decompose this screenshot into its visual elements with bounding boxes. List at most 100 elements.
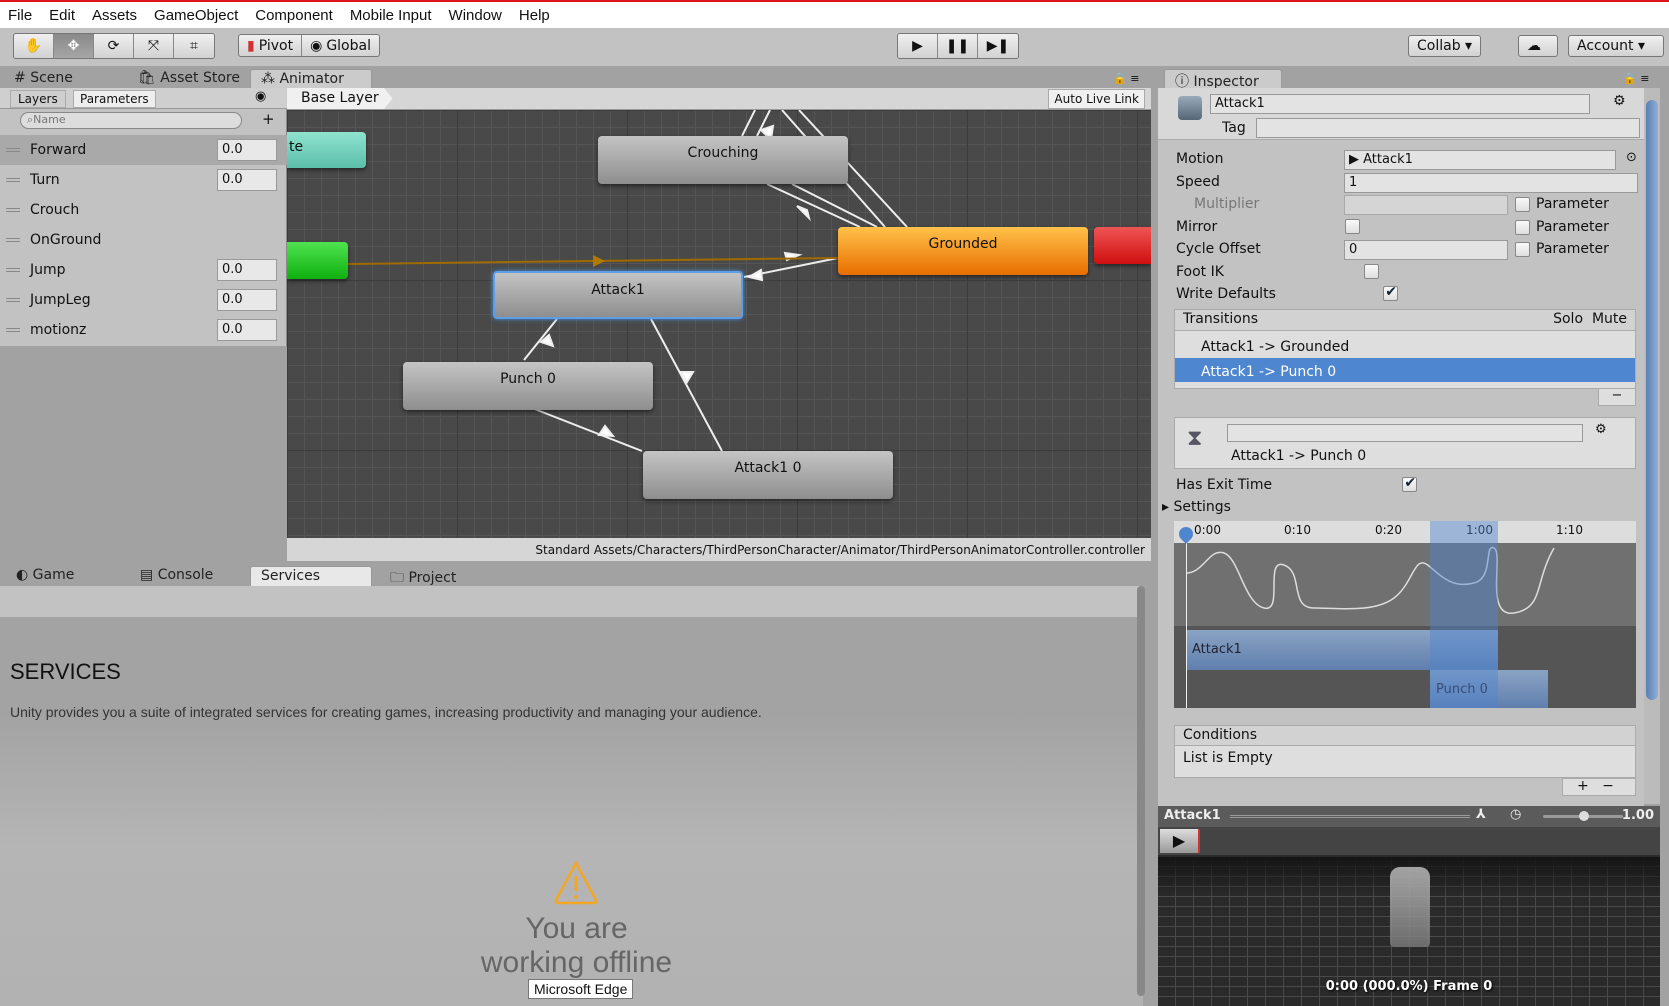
parameter-row[interactable]: Forward 0.0 (0, 135, 287, 165)
step-button[interactable]: ▶❚ (978, 34, 1018, 58)
menu-help[interactable]: Help (519, 7, 550, 24)
tab-services[interactable]: Services (250, 566, 372, 586)
parameter-row[interactable]: Crouch (0, 195, 313, 225)
cycle-offset-parameter[interactable]: Parameter (1515, 241, 1609, 257)
remove-condition-button[interactable]: − (1602, 778, 1614, 794)
eye-icon[interactable]: ◉ (255, 89, 266, 104)
parameter-value[interactable]: 0.0 (217, 289, 277, 311)
entry-node[interactable] (287, 242, 348, 279)
transition-row[interactable]: Attack1 -> Grounded (1175, 332, 1635, 358)
tab-project[interactable]: 🗀 Project (380, 566, 466, 586)
scrollbar[interactable] (1137, 586, 1145, 996)
tab-console[interactable]: ▤ Console (130, 566, 223, 586)
menu-mobile-input[interactable]: Mobile Input (350, 7, 432, 24)
tab-game[interactable]: ◐ Game (6, 566, 84, 586)
rect-icon[interactable]: ⌗ (174, 34, 214, 58)
tab-scene[interactable]: # Scene (4, 69, 83, 89)
tab-layers[interactable]: Layers (10, 90, 66, 108)
name-field[interactable]: Attack1 (1210, 94, 1590, 114)
play-button[interactable]: ▶ (898, 34, 938, 58)
preview-timebar[interactable]: ▶ (1158, 827, 1660, 855)
drag-handle-icon[interactable] (6, 238, 20, 242)
auto-live-link-button[interactable]: Auto Live Link (1048, 89, 1145, 109)
tab-animator[interactable]: ⁂ Animator (250, 69, 372, 89)
state-grounded[interactable]: Grounded (838, 227, 1088, 275)
foot-ik-checkbox[interactable] (1364, 264, 1380, 279)
scale-icon[interactable]: ⤧ (134, 34, 174, 58)
lock-icon[interactable]: 🔒 ≡ (1113, 72, 1139, 85)
breadcrumb[interactable]: Base Layer (287, 88, 393, 109)
exit-node[interactable] (1094, 227, 1151, 264)
any-state-node[interactable]: te (287, 132, 366, 168)
state-machine-graph[interactable]: te Crouching Grounded Attack1 Punch 0 At… (287, 110, 1151, 538)
pivot-icon[interactable]: ⅄ (1476, 807, 1486, 822)
inspector-scrollbar[interactable] (1644, 88, 1660, 804)
playhead[interactable] (1186, 529, 1187, 708)
transition-blend-region[interactable] (1430, 521, 1498, 708)
object-picker-icon[interactable]: ⊙ (1626, 150, 1637, 165)
menu-assets[interactable]: Assets (92, 7, 137, 24)
parameter-value[interactable]: 0.0 (217, 139, 277, 161)
parameter-row[interactable]: JumpLeg 0.0 (0, 285, 287, 315)
state-attack1-0[interactable]: Attack1 0 (643, 451, 893, 499)
menu-component[interactable]: Component (255, 7, 333, 24)
parameter-value[interactable]: 0.0 (217, 259, 277, 281)
pause-button[interactable]: ❚❚ (938, 34, 978, 58)
multiplier-parameter[interactable]: Parameter (1515, 196, 1609, 212)
add-parameter-button[interactable]: + (262, 110, 275, 128)
tag-field[interactable] (1256, 118, 1640, 138)
drag-handle-icon[interactable] (6, 148, 20, 152)
preview-viewport[interactable]: ▶ 0:00 (000.0%) Frame 0 (1158, 827, 1660, 1006)
speed-slider[interactable] (1543, 811, 1623, 821)
state-crouching[interactable]: Crouching (598, 136, 848, 184)
transition-row-selected[interactable]: Attack1 -> Punch 0 (1175, 358, 1635, 382)
drag-handle-icon[interactable] (6, 268, 20, 272)
mirror-parameter[interactable]: Parameter (1515, 219, 1609, 235)
global-button[interactable]: ◉ Global (302, 35, 379, 56)
gear-icon[interactable]: ⚙ (1613, 93, 1626, 109)
parameter-row[interactable]: Turn 0.0 (0, 165, 287, 195)
cloud-button[interactable]: ☁ (1518, 35, 1558, 57)
drag-handle-icon[interactable] (6, 328, 20, 332)
multiplier-dropdown[interactable] (1344, 195, 1508, 215)
move-icon[interactable]: ✥ (54, 34, 94, 58)
has-exit-time-checkbox[interactable] (1402, 475, 1418, 492)
state-punch-0[interactable]: Punch 0 (403, 362, 653, 410)
remove-transition-button[interactable]: − (1598, 388, 1636, 406)
search-input[interactable]: ⌕Name (20, 112, 242, 129)
preview-play-button[interactable]: ▶ (1160, 829, 1200, 853)
parameter-row[interactable]: OnGround (0, 225, 335, 255)
pivot-button[interactable]: ▮ Pivot (239, 35, 303, 56)
cycle-offset-field[interactable]: 0 (1344, 240, 1508, 260)
settings-foldout[interactable]: ▸ Settings (1162, 499, 1231, 515)
hand-icon[interactable]: ✋ (14, 34, 54, 58)
menu-edit[interactable]: Edit (49, 7, 75, 24)
speed-field[interactable]: 1 (1344, 173, 1638, 193)
write-defaults-checkbox[interactable] (1383, 284, 1399, 301)
add-condition-button[interactable]: + (1577, 778, 1589, 794)
tab-parameters[interactable]: Parameters (73, 90, 156, 108)
account-button[interactable]: Account ▾ (1568, 35, 1664, 57)
state-attack1[interactable]: Attack1 (493, 271, 743, 319)
rotate-icon[interactable]: ⟳ (94, 34, 134, 58)
transition-name-field[interactable] (1227, 424, 1583, 442)
lock-icon[interactable]: 🔒 ≡ (1623, 72, 1649, 85)
parameter-row[interactable]: motionz 0.0 (0, 315, 287, 345)
menu-file[interactable]: File (8, 7, 32, 24)
gear-icon[interactable]: ⚙ (1595, 422, 1607, 437)
parameter-value[interactable]: 0.0 (217, 169, 277, 191)
motion-field[interactable]: ▶ Attack1 (1344, 150, 1616, 170)
parameter-row[interactable]: Jump 0.0 (0, 255, 287, 285)
transition-timeline[interactable]: 0:00 0:10 0:20 1:00 1:10 Attack1 Punch 0 (1174, 521, 1636, 708)
drag-handle-icon[interactable] (6, 178, 20, 182)
mirror-checkbox[interactable] (1345, 219, 1360, 234)
menu-window[interactable]: Window (449, 7, 502, 24)
tab-asset-store[interactable]: 🛍 Asset Store (128, 69, 250, 89)
preview-drag-handle[interactable] (1230, 815, 1470, 818)
parameter-value[interactable]: 0.0 (217, 319, 277, 341)
drag-handle-icon[interactable] (6, 208, 20, 212)
collab-button[interactable]: Collab ▾ (1408, 35, 1482, 57)
menu-gameobject[interactable]: GameObject (154, 7, 238, 24)
drag-handle-icon[interactable] (6, 298, 20, 302)
tab-inspector[interactable]: ⓘ Inspector (1164, 69, 1282, 90)
